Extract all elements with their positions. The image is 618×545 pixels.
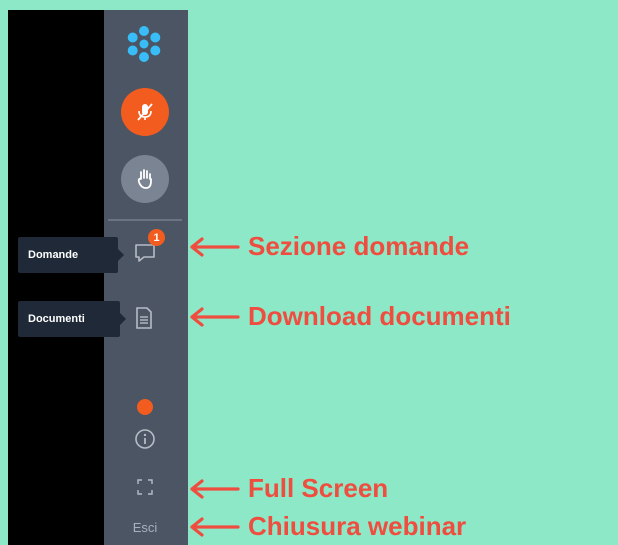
expand-icon — [137, 479, 153, 495]
documents-tooltip-label: Documenti — [28, 313, 85, 325]
questions-tooltip-label: Domande — [28, 249, 79, 261]
exit-button[interactable]: Esci — [122, 520, 168, 535]
raise-hand-icon — [137, 169, 152, 189]
annotation-exit: Chiusura webinar — [190, 511, 466, 542]
annotation-fullscreen-label: Full Screen — [248, 473, 389, 503]
snowflake-logo-icon — [122, 22, 166, 66]
fullscreen-button[interactable] — [136, 478, 154, 496]
mute-microphone-button[interactable] — [121, 88, 169, 136]
annotation-questions-label: Sezione domande — [248, 231, 470, 261]
annotation-documents-label: Download documenti — [248, 301, 511, 331]
left-arrow-icon — [190, 306, 240, 327]
document-icon — [136, 307, 152, 329]
questions-tooltip: Domande — [18, 237, 124, 273]
annotation-documents: Download documenti — [190, 301, 511, 332]
raise-hand-button[interactable] — [121, 155, 169, 203]
documents-tooltip: Documenti — [18, 301, 126, 337]
annotation-fullscreen: Full Screen — [190, 473, 388, 504]
documents-button[interactable] — [134, 306, 154, 330]
left-arrow-icon — [190, 478, 240, 499]
annotation-questions: Sezione domande — [190, 231, 469, 262]
annotation-exit-label: Chiusura webinar — [248, 511, 467, 541]
recording-indicator — [137, 399, 153, 415]
info-icon — [135, 429, 155, 449]
questions-count-badge: 1 — [148, 229, 165, 246]
sidebar-divider — [108, 219, 182, 221]
mic-muted-icon — [137, 103, 153, 121]
left-arrow-icon — [190, 516, 240, 537]
left-arrow-icon — [190, 236, 240, 257]
video-area — [8, 10, 104, 545]
info-button[interactable] — [134, 428, 156, 450]
